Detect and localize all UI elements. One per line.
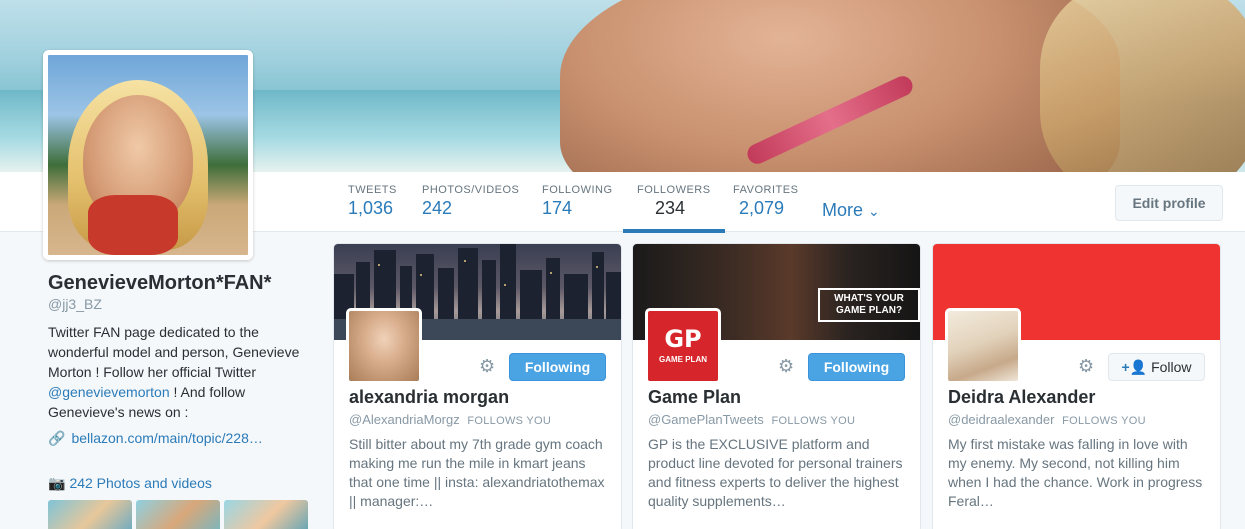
follower-handle-row: @deidraalexander FOLLOWS YOU [948, 412, 1146, 427]
nav-tweets-label: TWEETS [348, 184, 397, 196]
profile-url-text: bellazon.com/main/topic/228… [71, 430, 263, 446]
nav-photos-videos[interactable]: PHOTOS/VIDEOS 242 [422, 184, 519, 219]
photo-thumbnail[interactable] [136, 500, 220, 529]
follower-bio: Still bitter about my 7th grade gym coac… [349, 436, 605, 509]
follower-card[interactable]: WHAT'S YOUR GAME PLAN? GP GAME PLAN ⚙ Fo… [632, 243, 921, 529]
nav-tweets[interactable]: TWEETS 1,036 [348, 184, 397, 219]
gear-icon[interactable]: ⚙ [1078, 356, 1094, 377]
follower-handle-row: @AlexandriaMorgz FOLLOWS YOU [349, 412, 551, 427]
follow-button[interactable]: +👤 Follow [1108, 353, 1205, 381]
follower-name[interactable]: Game Plan [648, 387, 741, 408]
nav-favorites-count: 2,079 [739, 198, 785, 218]
follows-you-badge: FOLLOWS YOU [771, 415, 856, 427]
camera-icon: 📷 [48, 475, 66, 491]
profile-bio-mention-link[interactable]: @genevievemorton [48, 384, 170, 400]
follows-you-badge: FOLLOWS YOU [467, 415, 552, 427]
chevron-down-icon: ⌄ [868, 203, 880, 219]
edit-profile-button[interactable]: Edit profile [1115, 185, 1223, 221]
follower-avatar[interactable]: GP GAME PLAN [645, 308, 721, 384]
follower-handle: @AlexandriaMorgz [349, 412, 460, 427]
follower-handle: @GamePlanTweets [648, 412, 764, 427]
cover-badge: WHAT'S YOUR GAME PLAN? [818, 288, 920, 322]
nav-followers-count: 234 [655, 198, 686, 218]
gear-icon[interactable]: ⚙ [778, 356, 794, 377]
link-icon: 🔗 [48, 430, 66, 446]
follower-handle: @deidraalexander [948, 412, 1055, 427]
follow-button-label: Follow [1151, 359, 1192, 375]
add-user-icon: +👤 [1121, 359, 1148, 375]
follower-avatar[interactable] [945, 308, 1021, 384]
game-plan-logo-text: GP [664, 325, 702, 353]
follower-card[interactable]: ⚙ +👤 Follow Deidra Alexander @deidraalexa… [932, 243, 1221, 529]
nav-photos-videos-label: PHOTOS/VIDEOS [422, 184, 520, 196]
follower-handle-row: @GamePlanTweets FOLLOWS YOU [648, 412, 855, 427]
follows-you-badge: FOLLOWS YOU [1062, 415, 1146, 427]
follower-name[interactable]: Deidra Alexander [948, 387, 1095, 408]
following-button[interactable]: Following [509, 353, 606, 381]
follower-avatar[interactable] [346, 308, 422, 384]
nav-photos-videos-count: 242 [422, 198, 453, 218]
follower-bio: My first mistake was falling in love wit… [948, 436, 1203, 509]
gear-icon[interactable]: ⚙ [479, 356, 495, 377]
profile-url[interactable]: 🔗 bellazon.com/main/topic/228… [48, 430, 263, 447]
nav-following-label: FOLLOWING [542, 184, 613, 196]
photos-and-videos-link[interactable]: 📷 242 Photos and videos [48, 475, 212, 492]
profile-bio-text: Twitter FAN page dedicated to the wonder… [48, 324, 300, 380]
nav-following[interactable]: FOLLOWING 174 [542, 184, 613, 219]
following-button[interactable]: Following [808, 353, 905, 381]
photo-thumbnail[interactable] [224, 500, 308, 529]
nav-favorites-label: FAVORITES [733, 184, 799, 196]
profile-avatar[interactable] [43, 50, 253, 260]
nav-more-label: More [822, 200, 864, 220]
nav-following-count: 174 [542, 198, 573, 218]
follower-name[interactable]: alexandria morgan [349, 387, 509, 408]
nav-tweets-count: 1,036 [348, 198, 394, 218]
game-plan-logo-subtitle: GAME PLAN [659, 355, 707, 364]
follower-card[interactable]: ⚙ Following alexandria morgan @Alexandri… [333, 243, 622, 529]
profile-handle: @jj3_BZ [48, 296, 102, 312]
photo-thumbnail[interactable] [48, 500, 132, 529]
profile-bio: Twitter FAN page dedicated to the wonder… [48, 322, 308, 422]
nav-favorites[interactable]: FAVORITES 2,079 [733, 184, 798, 219]
photos-and-videos-label: 242 Photos and videos [69, 475, 212, 491]
follower-bio: GP is the EXCLUSIVE platform and product… [648, 436, 903, 509]
nav-followers[interactable]: FOLLOWERS 234 [623, 184, 725, 233]
profile-name[interactable]: GenevieveMorton*FAN* [48, 272, 271, 295]
nav-followers-label: FOLLOWERS [637, 184, 711, 196]
nav-more-dropdown[interactable]: More ⌄ [822, 200, 880, 221]
